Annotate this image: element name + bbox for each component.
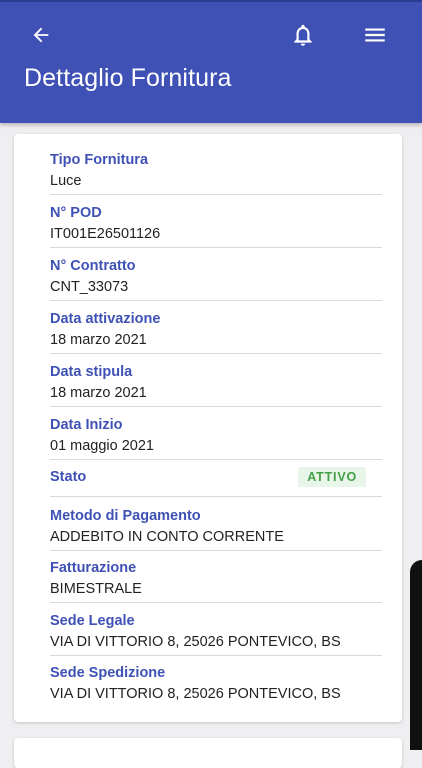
status-strip — [0, 0, 422, 2]
detail-label: N° Contratto — [50, 258, 136, 274]
hamburger-menu-icon — [365, 28, 385, 42]
menu-button[interactable] — [355, 15, 395, 55]
supply-details-card: Tipo Fornitura Luce N° POD IT001E2650112… — [14, 134, 402, 722]
detail-value: 18 marzo 2021 — [50, 385, 147, 401]
detail-value: VIA DI VITTORIO 8, 25026 PONTEVICO, BS — [50, 634, 341, 650]
detail-label: Data Inizio — [50, 417, 123, 433]
detail-row-pod: N° POD IT001E26501126 — [50, 205, 382, 248]
detail-label: Tipo Fornitura — [50, 152, 149, 168]
detail-value: 01 maggio 2021 — [50, 438, 154, 454]
page-title: Dettaglio Fornitura — [24, 64, 232, 92]
detail-row-stato: Stato ATTIVO — [50, 467, 382, 497]
next-card — [14, 738, 402, 768]
detail-row-metodo-pagamento: Metodo di Pagamento ADDEBITO IN CONTO CO… — [50, 508, 382, 551]
detail-label: Data stipula — [50, 364, 133, 380]
detail-value: VIA DI VITTORIO 8, 25026 PONTEVICO, BS — [50, 686, 341, 702]
detail-label: Stato — [50, 469, 87, 485]
detail-label: Metodo di Pagamento — [50, 508, 201, 524]
detail-value: 18 marzo 2021 — [50, 332, 147, 348]
detail-label: Sede Spedizione — [50, 665, 166, 681]
back-button[interactable] — [21, 15, 61, 55]
detail-label: N° POD — [50, 205, 102, 221]
notifications-button[interactable] — [283, 15, 323, 55]
detail-label: Fatturazione — [50, 560, 137, 576]
detail-value: ADDEBITO IN CONTO CORRENTE — [50, 529, 284, 545]
detail-value: Luce — [50, 173, 82, 189]
detail-label: Sede Legale — [50, 613, 135, 629]
device-bezel — [410, 560, 422, 750]
detail-value: CNT_33073 — [50, 279, 129, 295]
status-badge: ATTIVO — [298, 467, 366, 487]
app-bar: Dettaglio Fornitura — [0, 0, 422, 123]
bell-icon — [294, 24, 312, 46]
arrow-left-icon — [33, 27, 49, 43]
detail-row-sede-spedizione: Sede Spedizione VIA DI VITTORIO 8, 25026… — [50, 665, 382, 707]
detail-row-data-stipula: Data stipula 18 marzo 2021 — [50, 364, 382, 407]
detail-label: Data attivazione — [50, 311, 161, 327]
detail-row-fatturazione: Fatturazione BIMESTRALE — [50, 560, 382, 603]
detail-value: IT001E26501126 — [50, 226, 161, 242]
detail-row-data-attivazione: Data attivazione 18 marzo 2021 — [50, 311, 382, 354]
detail-row-tipo-fornitura: Tipo Fornitura Luce — [50, 152, 382, 195]
detail-value: BIMESTRALE — [50, 581, 142, 597]
detail-row-data-inizio: Data Inizio 01 maggio 2021 — [50, 417, 382, 460]
detail-row-contratto: N° Contratto CNT_33073 — [50, 258, 382, 301]
detail-row-sede-legale: Sede Legale VIA DI VITTORIO 8, 25026 PON… — [50, 613, 382, 656]
